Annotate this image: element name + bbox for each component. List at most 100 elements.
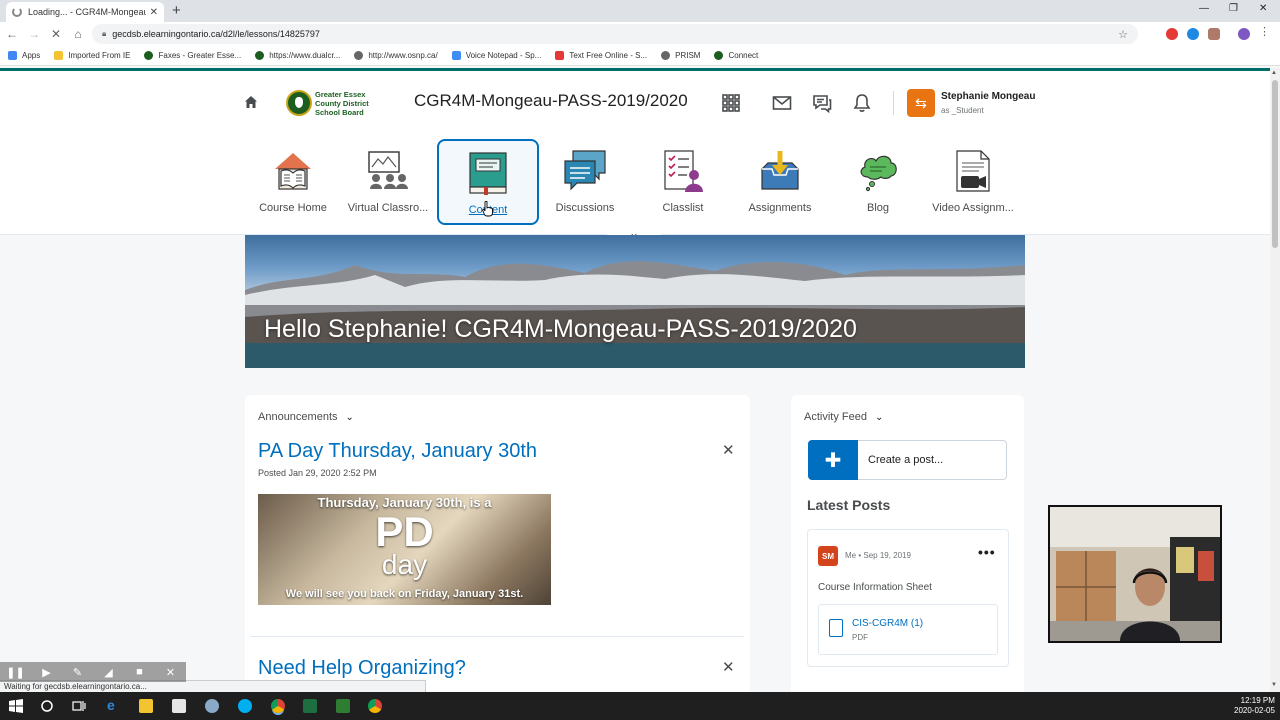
eraser-icon[interactable]: ◢ (93, 666, 124, 679)
app-icon[interactable] (336, 699, 350, 713)
post-card[interactable]: SM Me • Sep 19, 2019 ••• Course Informat… (807, 529, 1009, 667)
extension-icon[interactable] (1166, 28, 1178, 40)
nav-classlist[interactable]: Classlist (633, 139, 733, 223)
seal-icon (286, 90, 312, 116)
home-icon[interactable]: ⌂ (68, 27, 88, 41)
close-window-icon[interactable]: ✕ (1259, 3, 1267, 14)
extension-icon[interactable] (1208, 28, 1220, 40)
excel-icon[interactable] (303, 699, 317, 713)
extension-icon[interactable] (1187, 28, 1199, 40)
play-icon[interactable]: ▶ (31, 666, 62, 679)
url-text: gecdsb.elearningontario.ca/d2l/le/lesson… (112, 29, 320, 39)
url-bar[interactable]: 🔒︎ gecdsb.elearningontario.ca/d2l/le/les… (92, 24, 1138, 44)
announcements-header[interactable]: Announcements ⌄ (258, 411, 354, 423)
network-app-icon[interactable] (205, 699, 219, 713)
chrome-icon[interactable] (271, 699, 285, 713)
close-recorder-icon[interactable]: ✕ (155, 666, 186, 679)
site-icon (555, 51, 565, 60)
course-title[interactable]: CGR4M-Mongeau-PASS-2019/2020 (414, 91, 688, 111)
bookmark-item[interactable]: Faxes - Greater Esse... (144, 51, 241, 60)
create-post-input[interactable]: Create a post... (858, 440, 1007, 480)
bookmark-item[interactable]: https://www.dualcr... (255, 51, 340, 60)
nav-discussions[interactable]: Discussions (535, 139, 635, 223)
scrollbar-thumb[interactable] (1272, 80, 1278, 248)
loading-spinner-icon (12, 7, 22, 17)
store-icon[interactable] (172, 699, 186, 713)
attachment-card[interactable]: CIS-CGR4M (1) PDF (818, 604, 998, 655)
bookmark-item[interactable]: Connect (714, 51, 758, 60)
bookmark-item[interactable]: Voice Notepad - Sp... (451, 51, 541, 60)
message-alerts-icon[interactable] (812, 93, 832, 113)
bookmark-item[interactable]: http://www.osnp.ca/ (354, 51, 438, 60)
content-book-icon (469, 152, 507, 195)
dismiss-announcement-icon[interactable]: ✕ (722, 658, 735, 676)
bookmark-star-icon[interactable]: ☆ (1118, 28, 1128, 41)
nav-blog[interactable]: Blog (828, 139, 928, 223)
edge-icon[interactable]: e (107, 697, 121, 713)
course-selector-grid-icon[interactable] (721, 93, 741, 113)
menu-dots-icon[interactable]: ⋮ (1259, 25, 1271, 38)
assignments-icon (761, 151, 799, 190)
activity-feed-widget: Activity Feed ⌄ ✚ Create a post... Lates… (791, 395, 1024, 692)
hand-cursor-icon (482, 201, 493, 217)
mountain-landscape-image (245, 261, 1025, 368)
file-explorer-icon[interactable] (139, 699, 153, 713)
pd-day-image: Thursday, January 30th, is a PD day We w… (258, 494, 551, 605)
back-icon[interactable]: ← (2, 27, 22, 41)
browser-tab[interactable]: Loading... - CGR4M-Mongeau-PA ✕ (6, 2, 164, 22)
pause-icon[interactable]: ❚❚ (0, 666, 31, 679)
mail-icon[interactable] (772, 93, 792, 113)
stop-loading-icon[interactable]: ✕ (46, 27, 66, 41)
chevron-down-icon: ⌄ (345, 411, 354, 423)
search-icon[interactable] (40, 699, 54, 713)
home-icon[interactable] (244, 95, 258, 109)
video-assignment-icon (956, 150, 990, 192)
bookmark-item[interactable]: Imported From IE (54, 51, 130, 60)
site-icon (714, 51, 724, 60)
microphone-icon (451, 51, 461, 60)
dismiss-announcement-icon[interactable]: ✕ (722, 441, 735, 459)
close-tab-icon[interactable]: ✕ (150, 7, 158, 18)
attachment-type: PDF (852, 633, 868, 642)
profile-icon[interactable] (1238, 28, 1250, 40)
taskbar-clock[interactable]: 12:19 PM 2020-02-05 (1234, 696, 1275, 716)
folder-icon (54, 51, 64, 60)
more-options-icon[interactable]: ••• (978, 544, 996, 560)
user-avatar[interactable]: ⇆ (907, 89, 935, 117)
bookmark-item[interactable]: Text Free Online - S... (555, 51, 647, 60)
school-board-logo[interactable]: Greater Essex County District School Boa… (286, 88, 390, 118)
address-toolbar: ← → ✕ ⌂ 🔒︎ gecdsb.elearningontario.ca/d2… (0, 22, 1280, 46)
scroll-up-icon[interactable]: ▲ (1271, 70, 1277, 76)
announcements-widget: Announcements ⌄ PA Day Thursday, January… (245, 395, 750, 692)
bookmark-item[interactable]: PRISM (661, 51, 700, 60)
windows-start-icon[interactable] (9, 699, 23, 713)
page-scrollbar[interactable]: ▲ ▼ (1270, 68, 1280, 692)
scroll-down-icon[interactable]: ▼ (1271, 682, 1277, 688)
camera-icon[interactable]: ■ (124, 666, 155, 678)
chrome-icon[interactable] (368, 699, 382, 713)
announcement-title[interactable]: Need Help Organizing? (258, 657, 466, 680)
post-meta: Me • Sep 19, 2019 (845, 551, 911, 560)
minibar-divider (893, 91, 894, 115)
activity-feed-header[interactable]: Activity Feed ⌄ (804, 411, 883, 423)
skype-icon[interactable] (238, 699, 252, 713)
nav-video-assignment[interactable]: Video Assignm... (923, 139, 1023, 223)
restore-icon[interactable]: ❐ (1229, 3, 1238, 14)
forward-icon[interactable]: → (24, 27, 44, 41)
nav-virtual-classroom[interactable]: Virtual Classro... (338, 139, 438, 223)
attachment-name[interactable]: CIS-CGR4M (1) (852, 618, 923, 629)
bookmark-apps[interactable]: Apps (8, 51, 40, 60)
pen-icon[interactable]: ✎ (62, 666, 93, 679)
create-post-button[interactable]: ✚ (808, 440, 858, 480)
task-view-icon[interactable] (72, 699, 86, 713)
nav-assignments[interactable]: Assignments (730, 139, 830, 223)
minimize-icon[interactable]: — (1199, 3, 1209, 14)
bell-icon[interactable] (852, 93, 872, 113)
logo-text: Greater Essex County District School Boa… (315, 89, 369, 117)
user-name[interactable]: Stephanie Mongeau (941, 91, 1035, 102)
new-tab-icon[interactable]: + (172, 2, 181, 20)
file-icon (829, 619, 843, 637)
nav-course-home[interactable]: Course Home (243, 139, 343, 223)
announcement-title[interactable]: PA Day Thursday, January 30th (258, 440, 537, 463)
webcam-video-image (1050, 507, 1220, 641)
